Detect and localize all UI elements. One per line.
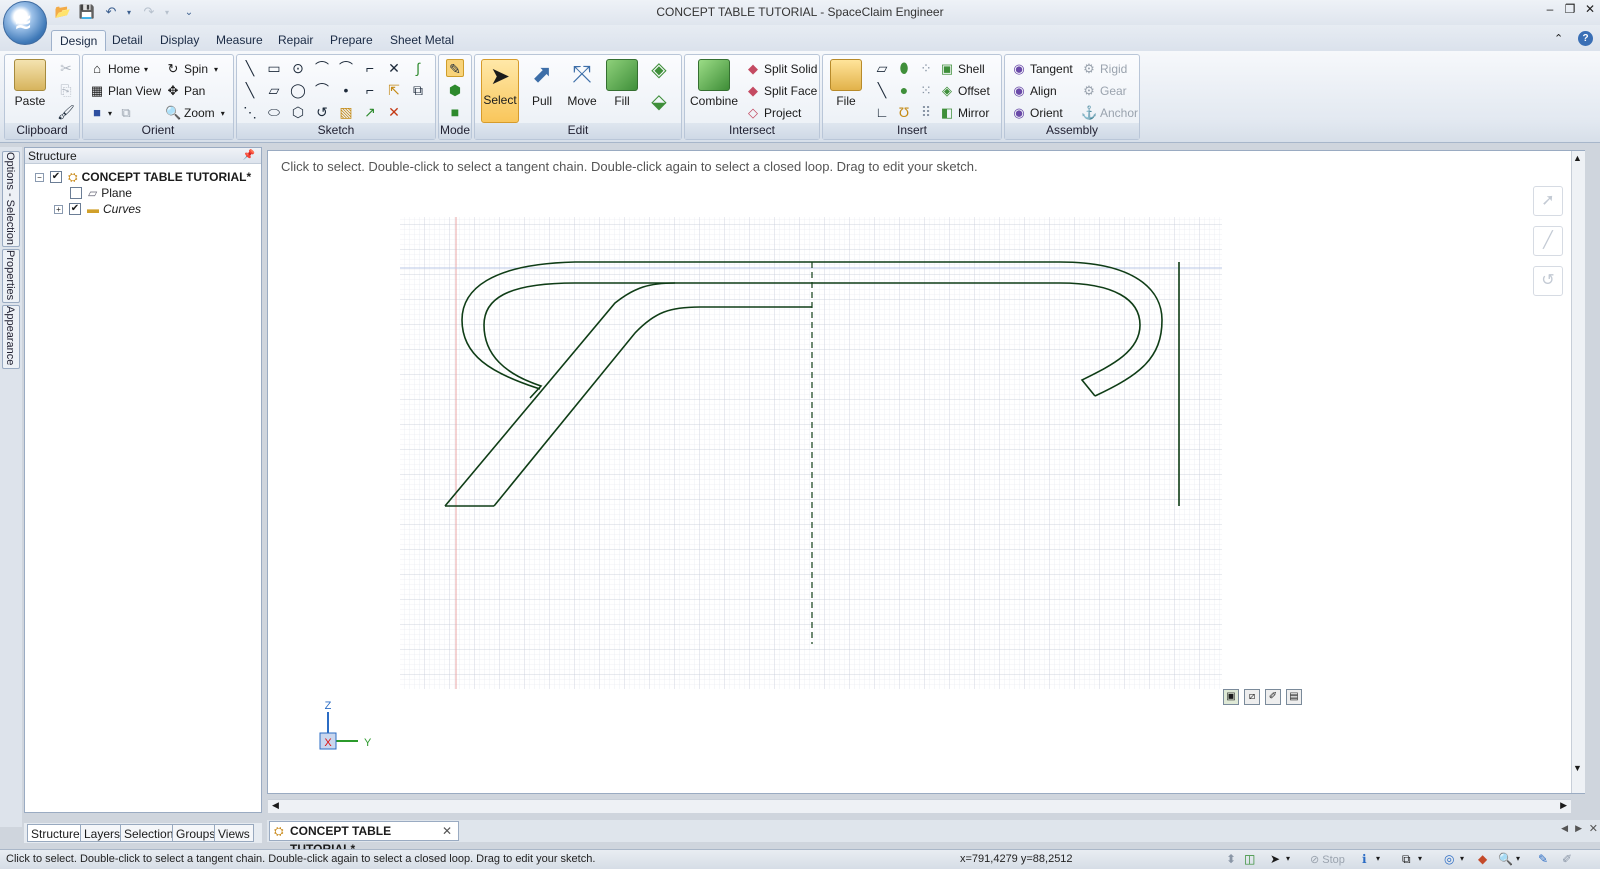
axis-y-label: Y bbox=[364, 737, 372, 749]
close-document-icon[interactable]: ✕ bbox=[1589, 822, 1598, 835]
close-tab-icon[interactable]: ✕ bbox=[442, 822, 452, 840]
scroll-up-icon[interactable]: ▲ bbox=[1573, 153, 1582, 163]
select-mode-dropdown-icon[interactable]: ▾ bbox=[1286, 854, 1290, 863]
stop-button[interactable]: ⊘ Stop bbox=[1310, 853, 1345, 866]
horizontal-scrollbar[interactable]: ◀ ▶ bbox=[268, 799, 1571, 813]
select-mode-icon[interactable]: ➤ bbox=[1270, 852, 1280, 866]
app-menu-button[interactable]: ≋ bbox=[3, 1, 47, 45]
select-tool-guide-icon[interactable]: ➚ bbox=[1533, 186, 1563, 216]
scroll-down-icon[interactable]: ▼ bbox=[1573, 763, 1582, 773]
zoom-dropdown-icon[interactable]: ▾ bbox=[1516, 854, 1520, 863]
selection-filter-icon[interactable]: ⧉ bbox=[1402, 852, 1411, 867]
design-icon: ⛭ bbox=[274, 824, 284, 838]
filter-dropdown-icon[interactable]: ▾ bbox=[1418, 854, 1422, 863]
curve-tool-guide-icon[interactable]: ↺ bbox=[1533, 266, 1563, 296]
plan-view-icon[interactable]: ▤ bbox=[1286, 689, 1302, 705]
vertical-scrollbar[interactable]: ▲ ▼ bbox=[1571, 151, 1585, 793]
sketch-status-icon[interactable]: ✎ bbox=[1538, 852, 1548, 866]
status-text: Click to select. Double-click to select … bbox=[6, 853, 596, 865]
axis-triad: X Z Y bbox=[319, 700, 372, 750]
render-dropdown-icon[interactable]: ▾ bbox=[1460, 854, 1464, 863]
status-prev-icon[interactable]: ⬍ bbox=[1226, 852, 1236, 866]
display-style-icon[interactable]: ◆ bbox=[1478, 852, 1487, 866]
status-bar: Click to select. Double-click to select … bbox=[0, 849, 1600, 869]
line-tool-guide-icon[interactable]: ╱ bbox=[1533, 226, 1563, 256]
axis-x-label: X bbox=[324, 737, 332, 749]
move-grid-icon[interactable]: ✐ bbox=[1265, 689, 1281, 705]
info-dropdown-icon[interactable]: ▾ bbox=[1376, 854, 1380, 863]
axis-z-label: Z bbox=[325, 700, 332, 712]
previous-tab-icon[interactable]: ◀ bbox=[1561, 823, 1568, 834]
scroll-left-icon[interactable]: ◀ bbox=[272, 800, 279, 811]
document-tabs: ⛭ CONCEPT TABLE TUTORIAL* ✕ ◀ ▶ ✕ bbox=[267, 820, 1600, 856]
stop-icon: ⊘ bbox=[1310, 854, 1323, 866]
zoom-status-icon[interactable]: 🔍 bbox=[1498, 852, 1513, 866]
stop-label: Stop bbox=[1322, 854, 1345, 866]
snap-view-icon[interactable]: ◫ bbox=[1244, 852, 1255, 866]
render-style-icon[interactable]: ◎ bbox=[1444, 852, 1454, 866]
select-new-plane-icon[interactable]: ⧄ bbox=[1244, 689, 1260, 705]
cursor-coordinates: x=791,4279 y=88,2512 bbox=[960, 853, 1073, 865]
app-logo-icon: ≋ bbox=[14, 10, 33, 35]
next-tab-icon[interactable]: ▶ bbox=[1575, 823, 1582, 834]
info-icon[interactable]: ℹ bbox=[1362, 852, 1367, 866]
document-tab[interactable]: ⛭ CONCEPT TABLE TUTORIAL* ✕ bbox=[269, 821, 459, 856]
sketch-canvas[interactable]: X Z Y bbox=[0, 0, 1600, 869]
layout-status-icon[interactable]: ✐ bbox=[1562, 852, 1572, 866]
return-3d-icon[interactable]: ▣ bbox=[1223, 689, 1239, 705]
scroll-right-icon[interactable]: ▶ bbox=[1560, 800, 1567, 811]
